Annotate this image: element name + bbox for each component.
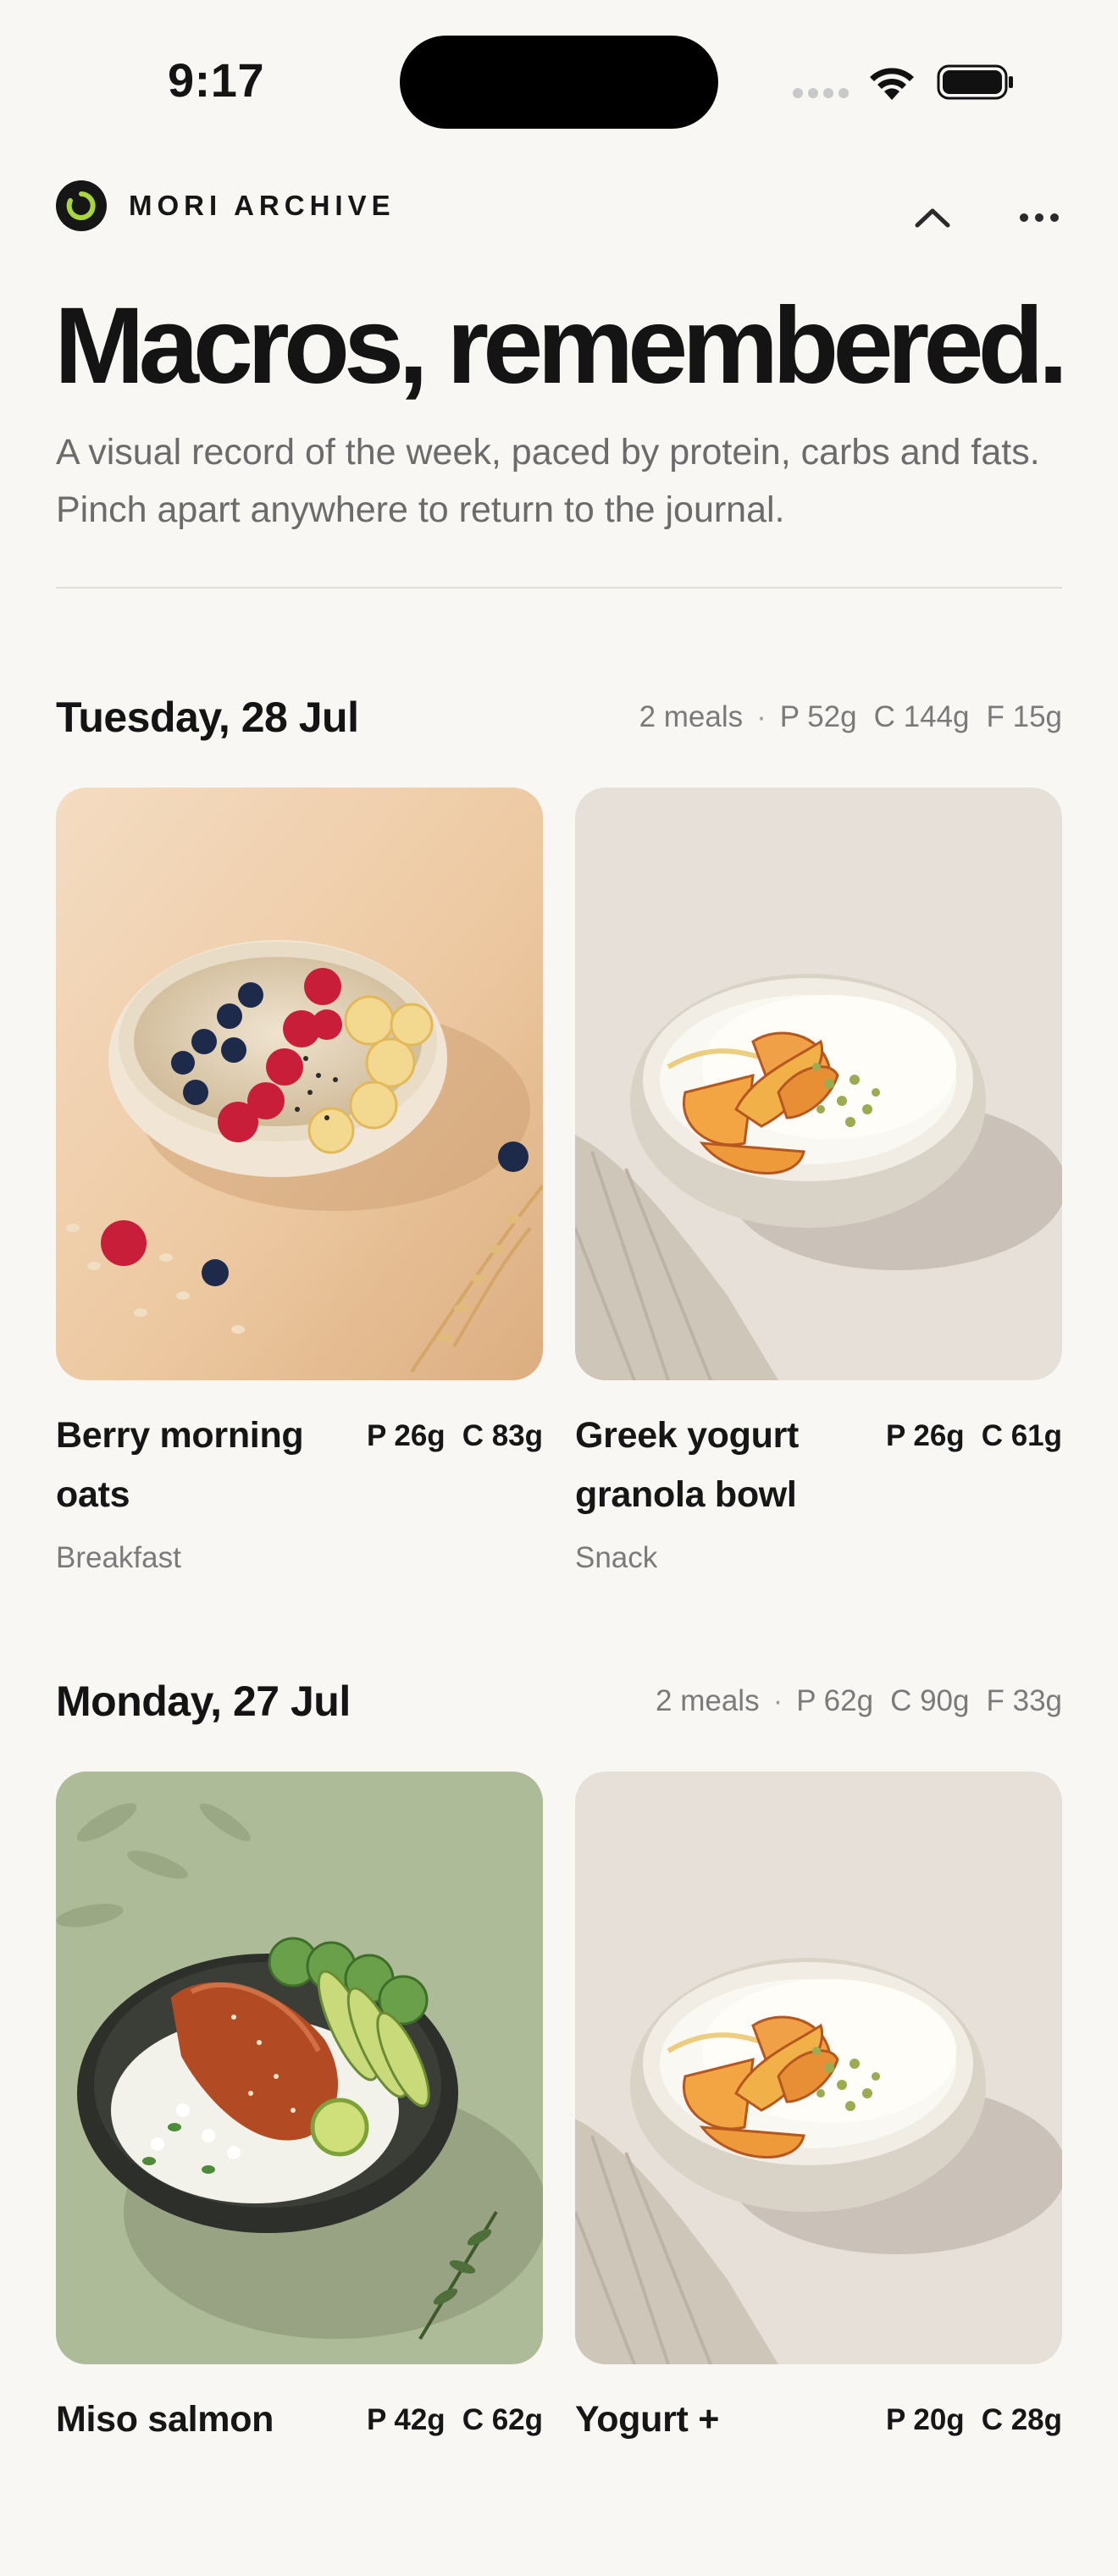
meal-name: Yogurt +: [575, 2399, 719, 2440]
chevron-up-icon: [915, 208, 950, 228]
meal-protein: P 20g: [885, 2403, 965, 2436]
meal-protein: P 42g: [366, 2403, 446, 2436]
day-title: Tuesday, 28 Jul: [56, 694, 359, 741]
cellular-signal-icon: [793, 88, 850, 98]
page-title: Macros, remembered.: [54, 285, 1068, 406]
meal-macros: P 20g C 28g: [886, 2402, 1062, 2439]
meal-photo[interactable]: [575, 1772, 1062, 2364]
separator-dot: ·: [772, 1684, 783, 1717]
meal-protein: P 26g: [885, 1419, 965, 1452]
meal-count: 2 meals: [639, 700, 744, 733]
day-protein: P 62g: [796, 1684, 874, 1717]
more-button[interactable]: [1010, 188, 1069, 247]
separator-dot: ·: [756, 700, 767, 733]
meal-name: Greek yogurt granola bowl: [575, 1415, 800, 1515]
meal-card[interactable]: Miso salmon P 42g C 62g: [56, 1772, 543, 2576]
meal-carbs: C 61g: [981, 1419, 1062, 1452]
day-section: Monday, 27 Jul 2 meals · P 62g C 90g F 3…: [56, 1672, 1062, 2440]
meal-photo[interactable]: [56, 1772, 543, 2364]
meal-card[interactable]: Greek yogurt granola bowl P 26g C 61g Sn…: [575, 788, 1062, 1592]
wifi-icon: [870, 68, 914, 100]
page-subtitle: A visual record of the week, paced by pr…: [56, 432, 1040, 530]
meal-count: 2 meals: [656, 1684, 760, 1717]
brand-name: MORI ARCHIVE: [129, 190, 396, 221]
day-fat: F 33g: [986, 1684, 1063, 1717]
brand: MORI ARCHIVE: [56, 180, 396, 232]
day-protein: P 52g: [779, 700, 857, 733]
meal-card[interactable]: Yogurt + P 20g C 28g: [575, 1772, 1062, 2576]
meal-card[interactable]: Berry morning oats P 26g C 83g Breakfast: [56, 788, 543, 1592]
more-dots-icon: [1020, 213, 1059, 222]
meal-macros: P 26g C 61g: [886, 1418, 1062, 1455]
brand-logo-icon: [56, 180, 107, 231]
meal-protein: P 26g: [366, 1419, 446, 1452]
day-header: Tuesday, 28 Jul 2 meals · P 52g C 144g F…: [56, 688, 1062, 747]
day-summary: 2 meals · P 62g C 90g F 33g: [656, 1680, 1062, 1722]
meal-name: Miso salmon: [56, 2399, 274, 2440]
meal-carbs: C 28g: [981, 2403, 1062, 2436]
day-carbs: C 90g: [890, 1684, 970, 1717]
meal-name: Berry morning oats: [56, 1415, 304, 1515]
day-title: Monday, 27 Jul: [56, 1678, 351, 1725]
day-fat: F 15g: [986, 700, 1063, 733]
status-bar: 9:17: [0, 0, 1118, 161]
meal-macros: P 26g C 83g: [367, 1418, 543, 1455]
collapse-button[interactable]: [903, 188, 962, 247]
meal-type: Breakfast: [56, 1541, 181, 1574]
meal-type: Snack: [575, 1541, 658, 1574]
dynamic-island: [400, 36, 718, 129]
status-time: 9:17: [168, 53, 265, 107]
day-header: Monday, 27 Jul 2 meals · P 62g C 90g F 3…: [56, 1672, 1062, 1731]
day-section: Tuesday, 28 Jul 2 meals · P 52g C 144g F…: [56, 688, 1062, 1574]
battery-icon: [937, 64, 1013, 100]
meal-photo[interactable]: [56, 788, 543, 1380]
meal-macros: P 42g C 62g: [367, 2402, 543, 2439]
meal-carbs: C 62g: [462, 2403, 543, 2436]
day-carbs: C 144g: [873, 700, 970, 733]
divider: [56, 587, 1062, 589]
meal-carbs: C 83g: [462, 1419, 543, 1452]
meal-photo[interactable]: [575, 788, 1062, 1380]
day-summary: 2 meals · P 52g C 144g F 15g: [639, 696, 1062, 738]
